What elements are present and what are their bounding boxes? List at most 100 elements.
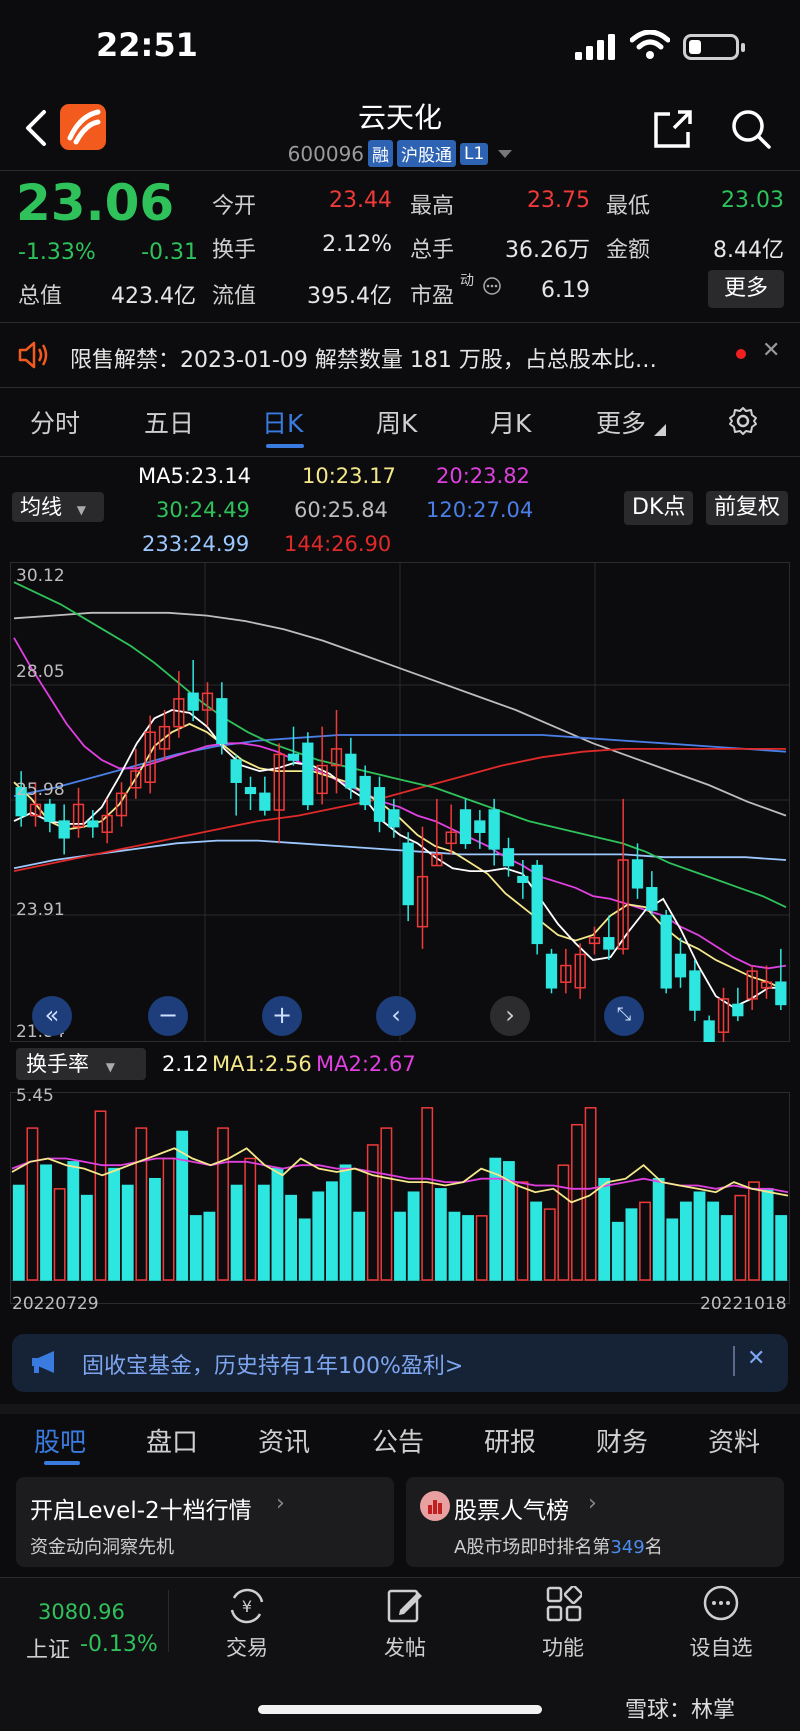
tab-monthly-k[interactable]: 月K — [490, 404, 531, 440]
trade-icon[interactable]: ¥ — [226, 1586, 268, 1626]
ma5-value: MA5:23.14 — [138, 464, 252, 488]
turnover-bar — [108, 1167, 121, 1281]
tab-intraday[interactable]: 分时 — [30, 404, 80, 440]
tab-five-day[interactable]: 五日 — [144, 404, 194, 440]
share-icon[interactable] — [652, 108, 694, 150]
candle-body — [689, 970, 701, 1011]
ma1-indicator: MA1:2.56 — [212, 1052, 312, 1076]
info-icon[interactable] — [482, 276, 502, 296]
candle-body — [244, 787, 257, 795]
rank-suffix: 名 — [644, 1537, 663, 1558]
zoom-out-button[interactable]: − — [148, 996, 188, 1036]
fullscreen-icon[interactable]: ⤡ — [604, 996, 644, 1036]
indicator-selector[interactable]: 换手率 ▼ — [16, 1048, 146, 1080]
index-name[interactable]: 上证 — [26, 1632, 70, 1664]
nav-post[interactable]: 发帖 — [350, 1632, 460, 1662]
scroll-left-fast-button[interactable]: « — [32, 996, 72, 1036]
candle-body — [359, 775, 371, 806]
megaphone-icon — [32, 1351, 54, 1373]
pe-sup: 动 — [460, 273, 474, 289]
divider — [0, 1404, 800, 1414]
battery-icon — [683, 34, 745, 60]
nav-functions[interactable]: 功能 — [508, 1632, 618, 1662]
float-label: 流值 — [212, 284, 257, 309]
y-tick: 28.05 — [16, 662, 65, 682]
ma-selector[interactable]: 均线 ▼ — [12, 492, 104, 522]
level2-card[interactable]: 开启Level-2十档行情 › 资金动向洞察先机 — [16, 1477, 394, 1567]
turnover-bar — [394, 1211, 406, 1281]
ma10-value: 10:23.17 — [302, 464, 396, 488]
home-indicator[interactable] — [258, 1705, 542, 1714]
nav-trade[interactable]: 交易 — [192, 1632, 302, 1662]
candle-body — [488, 809, 500, 850]
high-label: 最高 — [410, 194, 455, 219]
candle-body — [674, 953, 687, 978]
high-value: 23.75 — [527, 188, 590, 213]
tab-more[interactable]: 更多 — [596, 404, 646, 440]
tab-profile[interactable]: 资料 — [708, 1422, 760, 1459]
scroll-left-button[interactable]: ‹ — [376, 996, 416, 1036]
scroll-right-button[interactable]: › — [490, 996, 530, 1036]
index-value[interactable]: 3080.96 — [38, 1600, 125, 1624]
turnover-bar — [707, 1201, 720, 1281]
apps-icon[interactable] — [546, 1586, 582, 1622]
turnover-chart[interactable] — [10, 1092, 790, 1304]
turnover-bar — [80, 1194, 93, 1281]
ma144-value: 144:26.90 — [284, 532, 392, 556]
index-change[interactable]: -0.13% — [80, 1632, 158, 1657]
low-value: 23.03 — [721, 188, 784, 213]
turnover-bar — [53, 1188, 66, 1281]
divider — [0, 456, 800, 457]
turnover-bar — [434, 1188, 447, 1281]
adjust-button[interactable]: 前复权 — [706, 491, 789, 525]
turnover-bar — [12, 1184, 25, 1281]
candle-body — [187, 692, 199, 711]
zoom-in-button[interactable]: + — [262, 996, 302, 1036]
chevron-right-icon: › — [276, 1491, 285, 1516]
candlestick-chart[interactable] — [10, 562, 790, 1042]
rank-icon — [420, 1491, 450, 1521]
gear-icon[interactable] — [728, 406, 758, 436]
tab-daily-k[interactable]: 日K — [262, 404, 303, 440]
turnover-bar — [475, 1215, 488, 1281]
ad-text[interactable]: 固收宝基金，历史持有1年100%盈利> — [82, 1348, 463, 1380]
tag-margin: 融 — [368, 140, 394, 167]
close-icon[interactable]: ✕ — [762, 338, 780, 363]
mktcap-value: 423.4亿 — [111, 284, 196, 309]
candle-body — [44, 803, 56, 822]
tab-financials[interactable]: 财务 — [596, 1422, 648, 1459]
turnover-bar — [693, 1191, 706, 1281]
last-price: 23.06 — [16, 174, 175, 232]
x-end-date: 20221018 — [700, 1294, 787, 1314]
tab-news[interactable]: 资讯 — [258, 1422, 310, 1459]
mktcap-label: 总值 — [18, 284, 63, 309]
tab-announcements[interactable]: 公告 — [372, 1422, 424, 1459]
tab-weekly-k[interactable]: 周K — [376, 404, 417, 440]
ma60-value: 60:25.84 — [294, 498, 388, 522]
more-quote-button[interactable]: 更多 — [708, 270, 784, 308]
candle-body — [517, 875, 529, 883]
turnover-bar — [380, 1127, 393, 1281]
volume-label: 总手 — [410, 238, 455, 263]
y-tick: 30.12 — [16, 566, 65, 586]
tab-research[interactable]: 研报 — [484, 1422, 536, 1459]
search-icon[interactable] — [730, 108, 772, 150]
tab-order-book[interactable]: 盘口 — [146, 1422, 198, 1459]
ma30-value: 30:24.49 — [156, 498, 250, 522]
candle-body — [474, 820, 486, 833]
more-icon[interactable] — [702, 1584, 740, 1622]
turnover-bar — [230, 1184, 243, 1281]
candle-body — [660, 914, 672, 989]
nav-add-watchlist[interactable]: 设自选 — [666, 1632, 776, 1662]
signal-icon — [575, 34, 615, 60]
turnover-bar — [326, 1181, 338, 1281]
dk-button[interactable]: DK点 — [624, 491, 694, 525]
turnover-bar — [734, 1194, 747, 1281]
edit-icon[interactable] — [386, 1586, 424, 1624]
chevron-down-icon — [498, 149, 513, 158]
popularity-card[interactable]: 股票人气榜 › A股市场即时排名第349名 — [406, 1477, 784, 1567]
close-icon[interactable]: ✕ — [747, 1346, 765, 1371]
turnover-bar — [639, 1201, 651, 1281]
tab-forum[interactable]: 股吧 — [34, 1422, 86, 1459]
chevron-down-icon — [654, 424, 666, 436]
